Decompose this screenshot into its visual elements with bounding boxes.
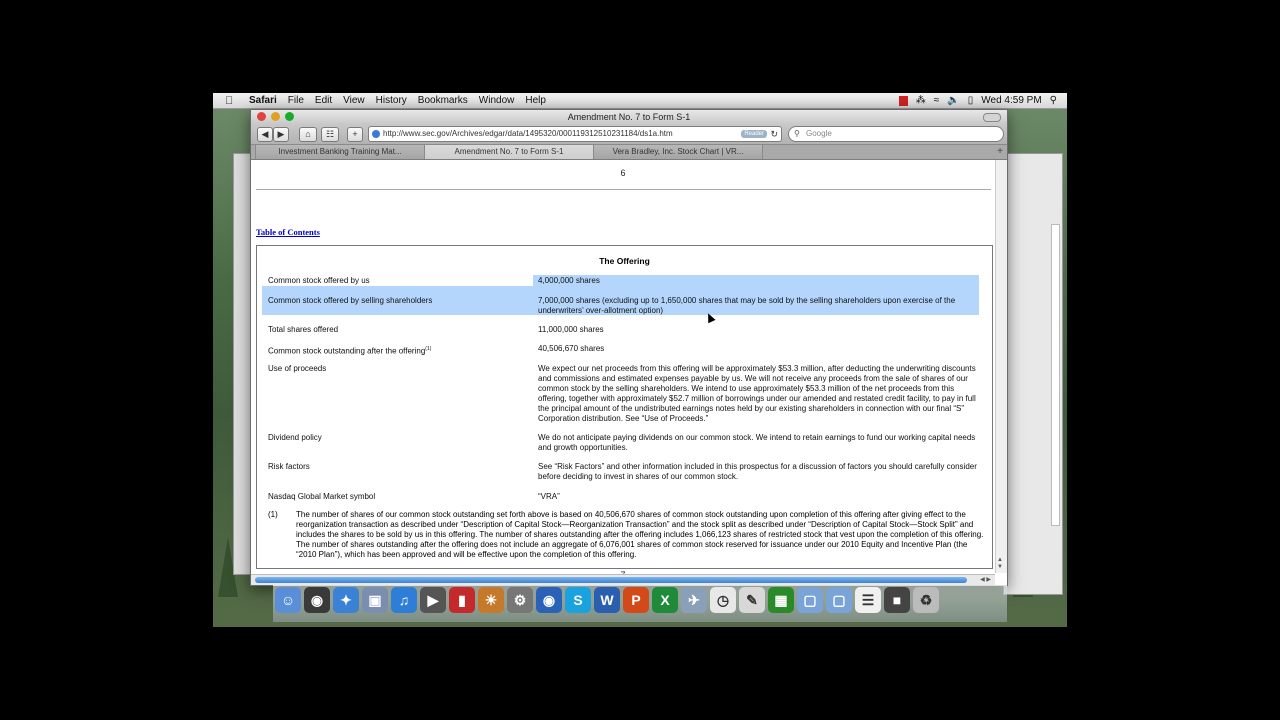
- window-title: Amendment No. 7 to Form S-1: [567, 112, 691, 122]
- menu-window[interactable]: Window: [479, 95, 515, 106]
- safari-window: Amendment No. 7 to Form S-1 ◀ ▶ ⌂ ☷ + ht…: [250, 109, 1008, 586]
- menu-help[interactable]: Help: [525, 95, 546, 106]
- menu-view[interactable]: View: [343, 95, 365, 106]
- zoom-button[interactable]: [285, 112, 294, 121]
- dashboard-icon[interactable]: ◉: [304, 587, 330, 613]
- reload-icon[interactable]: ↻: [770, 127, 778, 141]
- forward-button[interactable]: ▶: [273, 126, 289, 142]
- video-icon[interactable]: ▶: [420, 587, 446, 613]
- volume-icon[interactable]: 🔈: [947, 95, 959, 106]
- offering-title: The Offering: [599, 256, 650, 266]
- menu-bookmarks[interactable]: Bookmarks: [418, 95, 468, 106]
- toolbar: ◀ ▶ ⌂ ☷ + http://www.sec.gov/Archives/ed…: [251, 124, 1007, 145]
- search-placeholder: Google: [806, 129, 832, 138]
- spreadsheet-icon[interactable]: ▦: [768, 587, 794, 613]
- vertical-scrollbar[interactable]: ▲ ▼: [995, 160, 1007, 573]
- search-icon: ⚲: [794, 129, 800, 138]
- word-icon[interactable]: W: [594, 587, 620, 613]
- settings-icon[interactable]: ⚙: [507, 587, 533, 613]
- reader-button[interactable]: Reader: [741, 130, 767, 138]
- address-bar[interactable]: http://www.sec.gov/Archives/edgar/data/1…: [368, 126, 782, 142]
- book-icon[interactable]: ▮: [449, 587, 475, 613]
- divider: [256, 189, 991, 190]
- url-text[interactable]: http://www.sec.gov/Archives/edgar/data/1…: [383, 127, 673, 141]
- folder-icon[interactable]: ▢: [797, 587, 823, 613]
- apple-icon[interactable]: : [225, 95, 239, 107]
- safari-icon[interactable]: ✦: [333, 587, 359, 613]
- bluetooth-icon[interactable]: ⁂: [916, 95, 926, 106]
- back-button[interactable]: ◀: [257, 126, 273, 142]
- document-icon[interactable]: ☰: [855, 587, 881, 613]
- preview-icon[interactable]: ✎: [739, 587, 765, 613]
- app-icon[interactable]: ✈: [681, 587, 707, 613]
- menu-history[interactable]: History: [376, 95, 407, 106]
- flag-icon[interactable]: [898, 95, 908, 106]
- add-bookmark-button[interactable]: +: [347, 126, 363, 142]
- finder-icon[interactable]: ☺: [275, 587, 301, 613]
- menu-file[interactable]: File: [288, 95, 304, 106]
- search-field[interactable]: ⚲ Google: [788, 126, 1004, 142]
- background-window-right[interactable]: [1003, 153, 1063, 595]
- skype-icon[interactable]: S: [565, 587, 591, 613]
- scroll-thumb[interactable]: [255, 577, 967, 583]
- dock-icons: ☺ ◉ ✦ ▣ ♫ ▶ ▮ ☀ ⚙ ◉ S W P X ✈ ◷ ✎ ▦ ▢ ▢ …: [275, 587, 939, 613]
- globe-app-icon[interactable]: ◉: [536, 587, 562, 613]
- minimize-button[interactable]: [271, 112, 280, 121]
- close-button[interactable]: [257, 112, 266, 121]
- tab-bar: Investment Banking Training Mat... Amend…: [251, 145, 1007, 160]
- tab-vera-bradley[interactable]: Vera Bradley, Inc. Stock Chart | VR...: [594, 145, 763, 159]
- menu-bar:  Safari File Edit View History Bookmark…: [213, 93, 1067, 109]
- bookmarks-button[interactable]: ☷: [321, 126, 339, 142]
- menu-app[interactable]: Safari: [249, 95, 277, 106]
- clock-icon[interactable]: ◷: [710, 587, 736, 613]
- battery-icon[interactable]: ▯: [968, 95, 974, 106]
- title-bar[interactable]: Amendment No. 7 to Form S-1: [251, 110, 1007, 124]
- globe-icon: [372, 130, 380, 138]
- toolbar-toggle-button[interactable]: [983, 113, 1001, 122]
- wifi-icon[interactable]: ≈: [934, 95, 940, 106]
- photo-icon[interactable]: ▣: [362, 587, 388, 613]
- tab-amendment[interactable]: Amendment No. 7 to Form S-1: [425, 145, 594, 159]
- itunes-icon[interactable]: ♫: [391, 587, 417, 613]
- offering-table: The Offering Common stock offered by us …: [256, 245, 993, 569]
- table-of-contents-link[interactable]: Table of Contents: [256, 227, 320, 237]
- powerpoint-icon[interactable]: P: [623, 587, 649, 613]
- spotlight-icon[interactable]: ⚲: [1050, 95, 1057, 106]
- tab-investment-banking[interactable]: Investment Banking Training Mat...: [255, 145, 425, 159]
- window-thumbnail-icon[interactable]: ■: [884, 587, 910, 613]
- documents-folder-icon[interactable]: ▢: [826, 587, 852, 613]
- menu-edit[interactable]: Edit: [315, 95, 332, 106]
- page-number-top: 6: [620, 168, 626, 178]
- new-tab-button[interactable]: +: [997, 145, 1003, 159]
- desktop:  Safari File Edit View History Bookmark…: [213, 93, 1067, 627]
- trash-icon[interactable]: ♻: [913, 587, 939, 613]
- horizontal-scrollbar[interactable]: ◀ ▶: [251, 574, 995, 585]
- home-button[interactable]: ⌂: [299, 126, 317, 142]
- iphoto-icon[interactable]: ☀: [478, 587, 504, 613]
- excel-icon[interactable]: X: [652, 587, 678, 613]
- page-content[interactable]: 6 Table of Contents The Offering Common …: [251, 160, 995, 580]
- clock[interactable]: Wed 4:59 PM: [981, 95, 1041, 106]
